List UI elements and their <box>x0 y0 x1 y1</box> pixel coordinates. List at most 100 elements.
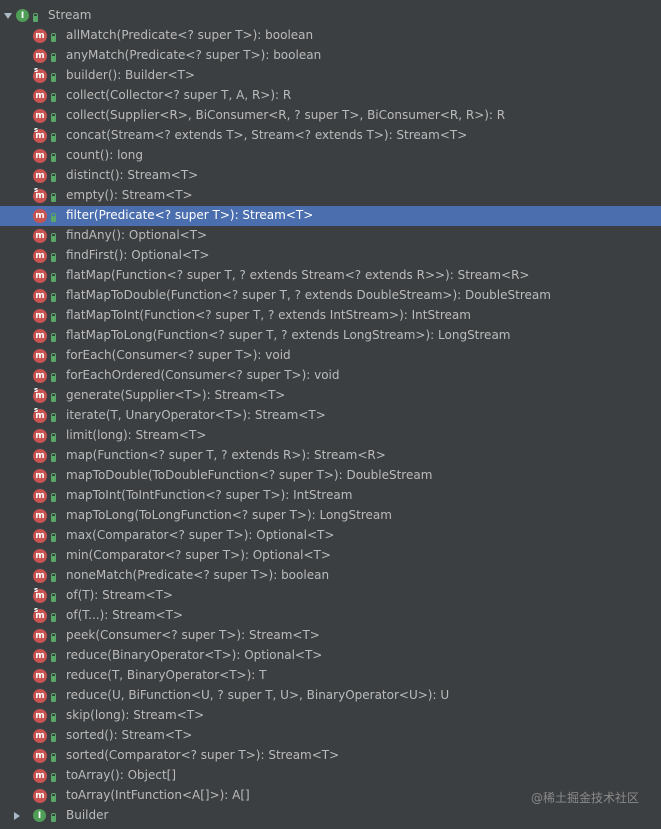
tree-node-method[interactable]: m limit(long): Stream<T> <box>0 426 661 446</box>
interface-icon: I <box>33 809 46 822</box>
tree-node-method[interactable]: m sorted(Comparator<? super T>): Stream<T… <box>0 746 661 766</box>
tree-node-method[interactable]: m s generate(Supplier<T>): Stream<T> <box>0 386 661 406</box>
method-label: iterate(T, UnaryOperator<T>): Stream<T> <box>66 408 326 422</box>
method-label: empty(): Stream<T> <box>66 188 193 202</box>
tree-node-method[interactable]: m flatMapToInt(Function<? super T, ? exte… <box>0 306 661 326</box>
tree-node-method[interactable]: m anyMatch(Predicate<? super T>): boolean <box>0 46 661 66</box>
tree-node-method[interactable]: m max(Comparator<? super T>): Optional<T> <box>0 526 661 546</box>
method-icon: m <box>33 669 47 683</box>
public-lock-icon <box>51 33 56 42</box>
tree-node-method[interactable]: m min(Comparator<? super T>): Optional<T> <box>0 546 661 566</box>
interface-icon: I <box>16 9 29 22</box>
tree-node-method[interactable]: m distinct(): Stream<T> <box>0 166 661 186</box>
tree-node-method[interactable]: m forEachOrdered(Consumer<? super T>): vo… <box>0 366 661 386</box>
public-lock-icon <box>51 533 56 542</box>
tree-node-method[interactable]: m reduce(T, BinaryOperator<T>): T <box>0 666 661 686</box>
method-label: flatMapToInt(Function<? super T, ? exten… <box>66 308 471 322</box>
public-lock-icon <box>51 713 56 722</box>
structure-tree: I Stream m allMatch(Predicate<? super T>)… <box>0 0 661 829</box>
method-icon: m <box>33 749 47 763</box>
method-label: forEach(Consumer<? super T>): void <box>66 348 291 362</box>
tree-node-method[interactable]: m allMatch(Predicate<? super T>): boolean <box>0 26 661 46</box>
method-label: reduce(BinaryOperator<T>): Optional<T> <box>66 648 323 662</box>
method-label: toArray(): Object[] <box>66 768 177 782</box>
tree-node-method[interactable]: m noneMatch(Predicate<? super T>): boolea… <box>0 566 661 586</box>
tree-node-method[interactable]: m sorted(): Stream<T> <box>0 726 661 746</box>
method-icon: m <box>33 209 47 223</box>
method-label: filter(Predicate<? super T>): Stream<T> <box>66 208 314 222</box>
public-lock-icon <box>51 53 56 62</box>
method-label: min(Comparator<? super T>): Optional<T> <box>66 548 331 562</box>
tree-node-method[interactable]: m s iterate(T, UnaryOperator<T>): Stream<T… <box>0 406 661 426</box>
tree-node-method[interactable]: m mapToDouble(ToDoubleFunction<? super T>… <box>0 466 661 486</box>
static-marker-icon: s <box>34 606 39 614</box>
method-icon: m <box>33 509 47 523</box>
tree-node-method[interactable]: m s of(T): Stream<T> <box>0 586 661 606</box>
method-icon: m <box>33 429 47 443</box>
method-icon: m <box>33 569 47 583</box>
tree-node-method[interactable]: m mapToInt(ToIntFunction<? super T>): Int… <box>0 486 661 506</box>
method-icon: m <box>33 549 47 563</box>
method-icon: m <box>33 489 47 503</box>
public-lock-icon <box>51 613 56 622</box>
expand-arrow-icon[interactable] <box>4 13 12 19</box>
collapse-arrow-icon[interactable] <box>14 812 20 820</box>
method-label: allMatch(Predicate<? super T>): boolean <box>66 28 314 42</box>
method-label: sorted(Comparator<? super T>): Stream<T> <box>66 748 340 762</box>
public-lock-icon <box>51 293 56 302</box>
tree-node-method[interactable]: m collect(Collector<? super T, A, R>): R <box>0 86 661 106</box>
public-lock-icon <box>51 233 56 242</box>
tree-node-method[interactable]: m reduce(BinaryOperator<T>): Optional<T> <box>0 646 661 666</box>
method-label: count(): long <box>66 148 143 162</box>
public-lock-icon <box>51 673 56 682</box>
tree-node-method[interactable]: m s of(T...): Stream<T> <box>0 606 661 626</box>
tree-node-builder[interactable]: I Builder <box>0 806 661 826</box>
method-icon: m <box>33 629 47 643</box>
method-label: reduce(T, BinaryOperator<T>): T <box>66 668 267 682</box>
method-icon: m <box>33 29 47 43</box>
method-icon: m <box>33 269 47 283</box>
static-marker-icon: s <box>34 406 39 414</box>
public-lock-icon <box>51 813 56 822</box>
static-marker-icon: s <box>34 66 39 74</box>
method-icon: m <box>33 149 47 163</box>
method-label: noneMatch(Predicate<? super T>): boolean <box>66 568 330 582</box>
method-label: findAny(): Optional<T> <box>66 228 208 242</box>
tree-node-method[interactable]: m collect(Supplier<R>, BiConsumer<R, ? su… <box>0 106 661 126</box>
tree-node-method[interactable]: m skip(long): Stream<T> <box>0 706 661 726</box>
public-lock-icon <box>51 213 56 222</box>
tree-node-method[interactable]: m findFirst(): Optional<T> <box>0 246 661 266</box>
tree-node-method[interactable]: m count(): long <box>0 146 661 166</box>
tree-node-method[interactable]: m filter(Predicate<? super T>): Stream<T> <box>0 206 661 226</box>
tree-node-method[interactable]: m flatMap(Function<? super T, ? extends S… <box>0 266 661 286</box>
public-lock-icon <box>51 373 56 382</box>
tree-node-method[interactable]: m flatMapToDouble(Function<? super T, ? e… <box>0 286 661 306</box>
method-label: flatMap(Function<? super T, ? extends St… <box>66 268 530 282</box>
tree-node-method[interactable]: m s empty(): Stream<T> <box>0 186 661 206</box>
tree-node-method[interactable]: m findAny(): Optional<T> <box>0 226 661 246</box>
tree-node-method[interactable]: m forEach(Consumer<? super T>): void <box>0 346 661 366</box>
method-icon: m <box>33 289 47 303</box>
tree-node-method[interactable]: m s builder(): Builder<T> <box>0 66 661 86</box>
method-label: mapToLong(ToLongFunction<? super T>): Lo… <box>66 508 392 522</box>
public-lock-icon <box>51 393 56 402</box>
tree-node-root[interactable]: I Stream <box>0 6 661 26</box>
method-label: collect(Supplier<R>, BiConsumer<R, ? sup… <box>66 108 506 122</box>
method-icon: m <box>33 89 47 103</box>
tree-node-method[interactable]: m toArray(): Object[] <box>0 766 661 786</box>
public-lock-icon <box>51 453 56 462</box>
tree-node-method[interactable]: m s concat(Stream<? extends T>, Stream<? e… <box>0 126 661 146</box>
static-marker-icon: s <box>34 186 39 194</box>
method-label: collect(Collector<? super T, A, R>): R <box>66 88 292 102</box>
method-icon: m <box>33 309 47 323</box>
tree-node-method[interactable]: m peek(Consumer<? super T>): Stream<T> <box>0 626 661 646</box>
method-icon: m <box>33 249 47 263</box>
method-label: generate(Supplier<T>): Stream<T> <box>66 388 286 402</box>
method-icon: m <box>33 789 47 803</box>
tree-node-method[interactable]: m reduce(U, BiFunction<U, ? super T, U>, … <box>0 686 661 706</box>
public-lock-icon <box>51 793 56 802</box>
public-lock-icon <box>51 253 56 262</box>
tree-node-method[interactable]: m flatMapToLong(Function<? super T, ? ext… <box>0 326 661 346</box>
tree-node-method[interactable]: m mapToLong(ToLongFunction<? super T>): L… <box>0 506 661 526</box>
tree-node-method[interactable]: m map(Function<? super T, ? extends R>): … <box>0 446 661 466</box>
